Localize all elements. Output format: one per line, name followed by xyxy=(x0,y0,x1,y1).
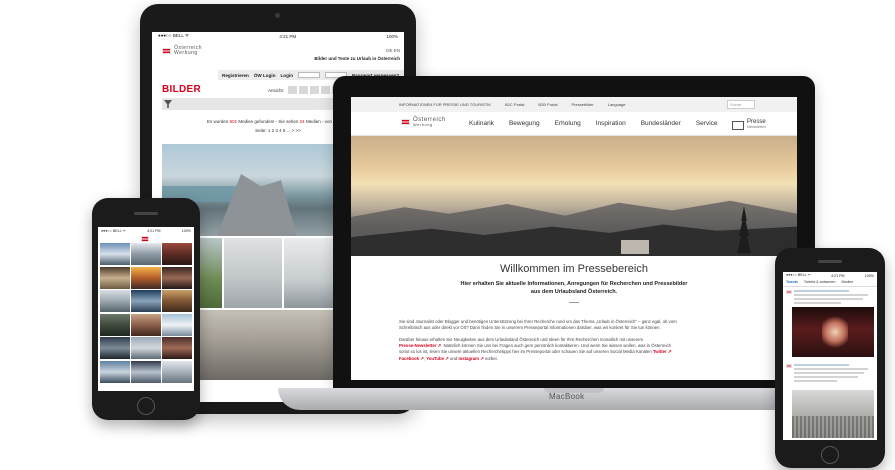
language-switch[interactable]: DE EN xyxy=(386,48,400,53)
view-label: Ansicht: xyxy=(268,88,285,93)
tweet-text xyxy=(794,290,872,304)
divider xyxy=(569,302,579,303)
username-input[interactable] xyxy=(298,72,321,78)
utility-bar: INFORMATIONEN FÜR PRESSE UND TOURISTIK B… xyxy=(351,97,797,112)
status-battery: 100% xyxy=(864,273,874,278)
phone-status-bar: ●●●○○ BELL ᯤ 4:21 PM 100% xyxy=(98,227,194,235)
utility-label: INFORMATIONEN FÜR PRESSE UND TOURISTIK xyxy=(399,102,492,107)
grid-photo[interactable] xyxy=(131,337,161,359)
grid-photo[interactable] xyxy=(100,266,130,289)
grid-photo[interactable] xyxy=(162,243,192,265)
newsletter-paragraph: Darüber hinaus erhalten Sie Neuigkeiten … xyxy=(399,337,672,361)
instagram-link[interactable]: Instagram ↗ xyxy=(458,356,483,361)
ow-logo[interactable]: Österreich Werbung xyxy=(401,117,446,127)
status-carrier: ●●●○○ BELL ᯤ xyxy=(786,273,811,277)
grid-photo[interactable] xyxy=(131,266,161,289)
utility-link[interactable]: B2B Portal xyxy=(538,102,557,107)
intro-paragraph: Sie sind Journalist oder Blogger und ben… xyxy=(399,319,677,331)
tab-tweets[interactable]: Tweets xyxy=(786,280,798,286)
austria-flag-icon xyxy=(786,364,792,368)
speaker-grille xyxy=(134,212,158,215)
status-time: 4:21 PM xyxy=(147,229,161,233)
utility-link[interactable]: B2C Portal xyxy=(505,102,524,107)
phone-left-screen: ●●●○○ BELL ᯤ 4:21 PM 100% xyxy=(98,227,194,391)
tweet-photo[interactable] xyxy=(792,390,874,438)
grid-photo[interactable] xyxy=(100,337,130,359)
device-label: MacBook xyxy=(549,392,585,401)
status-battery: 100% xyxy=(181,229,191,233)
language-dropdown[interactable]: Language xyxy=(608,102,626,107)
tablet-header: Österreich Werbung DE EN Bilder und Text… xyxy=(152,42,404,70)
view-large-icon[interactable] xyxy=(288,86,297,94)
media-thumbnail[interactable] xyxy=(224,238,282,308)
nav-item-inspiration[interactable]: Inspiration xyxy=(596,120,626,127)
tab-tweets-replies[interactable]: Tweets & antworten xyxy=(804,280,836,286)
tablet-camera xyxy=(275,13,280,18)
login-link[interactable]: Login xyxy=(281,73,294,78)
home-button[interactable] xyxy=(137,397,155,415)
page-subtitle: Hier erhalten Sie aktuelle Informationen… xyxy=(460,281,688,295)
grid-photo[interactable] xyxy=(100,313,130,336)
tweet-text xyxy=(794,364,872,382)
nav-item-kulinarik[interactable]: Kulinarik xyxy=(469,120,494,127)
austria-flag-icon xyxy=(141,236,149,242)
grid-photo[interactable] xyxy=(100,360,130,383)
header-link[interactable]: Bilder und Texte zu Urlaub in Österreich xyxy=(314,56,400,61)
nav-item-service[interactable]: Service xyxy=(696,120,718,127)
presse-newsletter-link[interactable]: Presse Newsletter xyxy=(747,119,766,129)
facebook-link[interactable]: Facebook ↗ xyxy=(399,356,424,361)
view-small-icon[interactable] xyxy=(310,86,319,94)
grid-photo[interactable] xyxy=(162,360,192,383)
grid-photo[interactable] xyxy=(162,290,192,312)
speaker-grille xyxy=(818,260,842,263)
status-time: 4:21 PM xyxy=(831,273,845,278)
status-carrier: ●●●○○ BELL ᯤ xyxy=(101,228,126,233)
phone-status-bar: ●●●○○ BELL ᯤ 4:21 PM 100% xyxy=(783,272,877,279)
home-button[interactable] xyxy=(821,446,839,464)
grid-photo[interactable] xyxy=(131,313,161,336)
nav-item-bewegung[interactable]: Bewegung xyxy=(509,120,540,127)
grid-photo[interactable] xyxy=(131,360,161,383)
page-title: Willkommen im Pressebereich xyxy=(500,263,648,275)
tab-media[interactable]: Medien xyxy=(841,280,853,286)
search-input[interactable]: Suche xyxy=(727,100,755,109)
status-battery: 100% xyxy=(386,33,398,39)
section-title: BILDER xyxy=(162,84,202,95)
photo-grid xyxy=(100,243,192,383)
view-list-icon[interactable] xyxy=(321,86,330,94)
filter-icon[interactable] xyxy=(164,100,172,108)
newspaper-icon[interactable] xyxy=(732,121,744,130)
twitter-tabs: Tweets Tweets & antworten Medien xyxy=(783,280,877,287)
laptop-screen: INFORMATIONEN FÜR PRESSE UND TOURISTIK B… xyxy=(351,97,797,380)
grid-photo[interactable] xyxy=(131,243,161,265)
twitter-link[interactable]: Twitter ↗ xyxy=(653,349,672,354)
status-carrier: ●●●○○ BELL ᯤ xyxy=(158,33,190,38)
youtube-link[interactable]: YouTube ↗ xyxy=(426,356,449,361)
austria-flag-icon xyxy=(401,119,410,125)
register-link[interactable]: Registrieren xyxy=(222,73,249,78)
utility-link[interactable]: Pressebilder xyxy=(571,102,593,107)
nav-item-erholung[interactable]: Erholung xyxy=(555,120,581,127)
view-medium-icon[interactable] xyxy=(299,86,308,94)
grid-photo[interactable] xyxy=(162,313,192,336)
phone-right-screen: ●●●○○ BELL ᯤ 4:21 PM 100% Tweets Tweets … xyxy=(783,272,877,440)
nav-item-bundeslaender[interactable]: Bundesländer xyxy=(641,120,681,127)
main-nav: Kulinarik Bewegung Erholung Inspiration … xyxy=(469,120,718,127)
tablet-status-bar: ●●●○○ BELL ᯤ 4:21 PM 100% xyxy=(152,32,404,40)
grid-photo[interactable] xyxy=(131,290,161,312)
newsletter-link[interactable]: Presse-Newsletter ↗ xyxy=(399,343,441,348)
ow-login-link[interactable]: ÖW Login xyxy=(254,73,276,78)
grid-photo[interactable] xyxy=(162,266,192,289)
grid-photo[interactable] xyxy=(162,337,192,359)
austria-flag-icon xyxy=(162,48,171,54)
grid-photo[interactable] xyxy=(100,290,130,312)
tweet-photo[interactable] xyxy=(792,307,874,357)
hero-image xyxy=(351,136,797,256)
grid-photo[interactable] xyxy=(100,243,130,265)
status-time: 4:21 PM xyxy=(279,33,297,39)
austria-flag-icon xyxy=(786,290,792,294)
ow-logo[interactable]: Österreich Werbung xyxy=(162,46,202,56)
